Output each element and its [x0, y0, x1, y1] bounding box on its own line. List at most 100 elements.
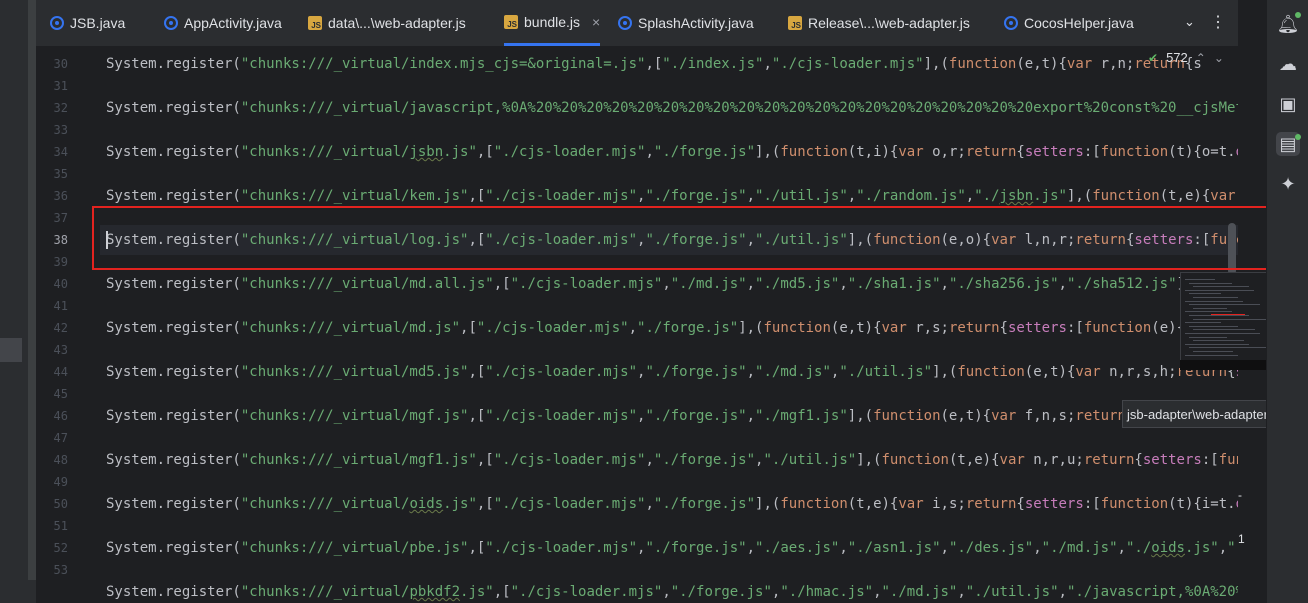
tab-label: Release\...\web-adapter.js [808, 15, 970, 31]
minimap-line [1193, 307, 1227, 309]
minimap-line [1185, 322, 1221, 324]
code-editor[interactable]: System.register("chunks:///_virtual/inde… [100, 46, 1238, 603]
minimap-line [1189, 325, 1238, 327]
line-number: 51 [53, 519, 68, 533]
code-line[interactable]: System.register("chunks:///_virtual/pbe.… [106, 539, 1238, 557]
line-number: 45 [53, 387, 68, 401]
line-number: 47 [53, 431, 68, 445]
tab-splashactivity-java[interactable]: SplashActivity.java [618, 0, 754, 46]
line-number: 33 [53, 123, 68, 137]
tab-overflow-icon[interactable]: ⌄ [1184, 14, 1195, 30]
js-file-icon: JS [504, 14, 518, 29]
line-number: 48 [53, 453, 68, 467]
minimap-line [1189, 282, 1232, 284]
line-number: 50 [53, 497, 68, 511]
line-number: 34 [53, 145, 68, 159]
left-tool-strip [0, 0, 36, 603]
ai-assistant-icon[interactable]: ☁ [1276, 52, 1300, 76]
minimap-line [1189, 304, 1260, 306]
code-line[interactable]: System.register("chunks:///_virtual/jsbn… [106, 143, 1238, 161]
code-line[interactable]: System.register("chunks:///_virtual/pbkd… [106, 583, 1238, 601]
line-number: 52 [53, 541, 68, 555]
line-number: 30 [53, 57, 68, 71]
tab-jsb-java[interactable]: JSB.java [50, 0, 125, 46]
java-file-icon [164, 16, 178, 30]
code-line[interactable]: System.register("chunks:///_virtual/mgf.… [106, 407, 1177, 425]
line-number: 36 [53, 189, 68, 203]
occurrence-count: 572 [1166, 50, 1188, 65]
gemini-icon[interactable]: ✦ [1276, 172, 1300, 196]
line-number: 41 [53, 299, 68, 313]
more-options-icon[interactable]: ⋮ [1210, 12, 1226, 32]
js-file-icon: JS [308, 16, 322, 30]
minimap-line [1185, 354, 1238, 356]
editor-tab-bar: JSB.java AppActivity.java JS data\...\web-a… [36, 0, 1238, 47]
minimap-line [1189, 293, 1221, 295]
java-file-icon [618, 16, 632, 30]
line-number: 46 [53, 409, 68, 423]
line-number: 40 [53, 277, 68, 291]
minimap-line [1189, 347, 1266, 349]
line-number-gutter: 30 31 32 33 34 35 36 37 38 39 40 41 42 43 44 45 46 47 48 49… [36, 46, 100, 603]
tab-data-web-adapter-js[interactable]: JS data\...\web-adapter.js [308, 0, 466, 46]
find-occurrences-indicator[interactable]: ✔ 572 ⌃ ⌄ [1148, 50, 1224, 65]
tab-label: CocosHelper.java [1024, 15, 1134, 31]
minimap-line [1189, 336, 1227, 338]
tab-label: JSB.java [70, 15, 126, 31]
status-dot-icon [1295, 134, 1301, 140]
close-tab-icon[interactable]: × [592, 14, 600, 30]
device-manager-icon[interactable]: ▣ [1276, 92, 1300, 116]
line-number: 32 [53, 101, 68, 115]
minimap-line [1185, 279, 1215, 280]
code-line[interactable]: System.register("chunks:///_virtual/java… [106, 99, 1238, 117]
edge-mark: 1 [1238, 532, 1245, 546]
code-line[interactable]: System.register("chunks:///_virtual/inde… [106, 55, 1202, 73]
minimap-line [1193, 340, 1244, 342]
code-line[interactable]: System.register("chunks:///_virtual/md.a… [106, 275, 1236, 293]
java-file-icon [1004, 16, 1018, 30]
code-line[interactable]: System.register("chunks:///_virtual/md.j… [106, 319, 1236, 337]
java-file-icon [50, 16, 64, 30]
tab-release-web-adapter-js[interactable]: JS Release\...\web-adapter.js [788, 0, 970, 46]
status-dot-icon [1295, 12, 1301, 18]
next-occurrence-icon[interactable]: ⌄ [1214, 51, 1224, 65]
line-number: 49 [53, 475, 68, 489]
minimap-line [1193, 297, 1238, 298]
edge-mark: - [1238, 488, 1242, 502]
left-strip-bottom [0, 580, 36, 603]
minimap-line [1185, 343, 1249, 345]
right-tool-window-bar: 🔔︎ ☁ ▣ ▤ ✦ [1266, 0, 1308, 603]
minimap-line [1193, 286, 1249, 288]
code-line[interactable]: System.register("chunks:///_virtual/kem.… [106, 187, 1238, 205]
left-panel-grip[interactable] [0, 338, 22, 362]
tab-label: data\...\web-adapter.js [328, 15, 466, 31]
tab-bundle-js[interactable]: JS bundle.js × [504, 0, 601, 46]
tab-label: SplashActivity.java [638, 15, 754, 31]
minimap-line [1189, 315, 1249, 316]
minimap-line [1185, 311, 1232, 313]
minimap-line [1185, 289, 1254, 291]
tab-label: AppActivity.java [184, 15, 282, 31]
code-line[interactable]: System.register("chunks:///_virtual/md5.… [106, 363, 1238, 381]
left-panel-scrollbar[interactable] [28, 0, 36, 580]
red-annotation-box [92, 206, 1304, 270]
code-line[interactable]: System.register("chunks:///_virtual/mgf1… [106, 451, 1238, 469]
minimap-line [1193, 351, 1233, 352]
tab-appactivity-java[interactable]: AppActivity.java [164, 0, 282, 46]
minimap-line [1193, 318, 1266, 320]
tab-cocoshelper-java[interactable]: CocosHelper.java [1004, 0, 1134, 46]
previous-occurrence-icon[interactable]: ⌃ [1196, 51, 1206, 65]
minimap-line [1185, 300, 1243, 302]
minimap-line [1185, 333, 1260, 334]
line-number: 43 [53, 343, 68, 357]
line-number: 39 [53, 255, 68, 269]
minimap-shadow [1180, 360, 1268, 370]
line-number: 42 [53, 321, 68, 335]
line-number: 44 [53, 365, 68, 379]
line-number: 31 [53, 79, 68, 93]
code-line[interactable]: System.register("chunks:///_virtual/oids… [106, 495, 1238, 513]
tab-label: bundle.js [524, 13, 581, 30]
line-number: 37 [53, 211, 68, 225]
line-number: 35 [53, 167, 68, 181]
minimap-line [1193, 329, 1255, 331]
